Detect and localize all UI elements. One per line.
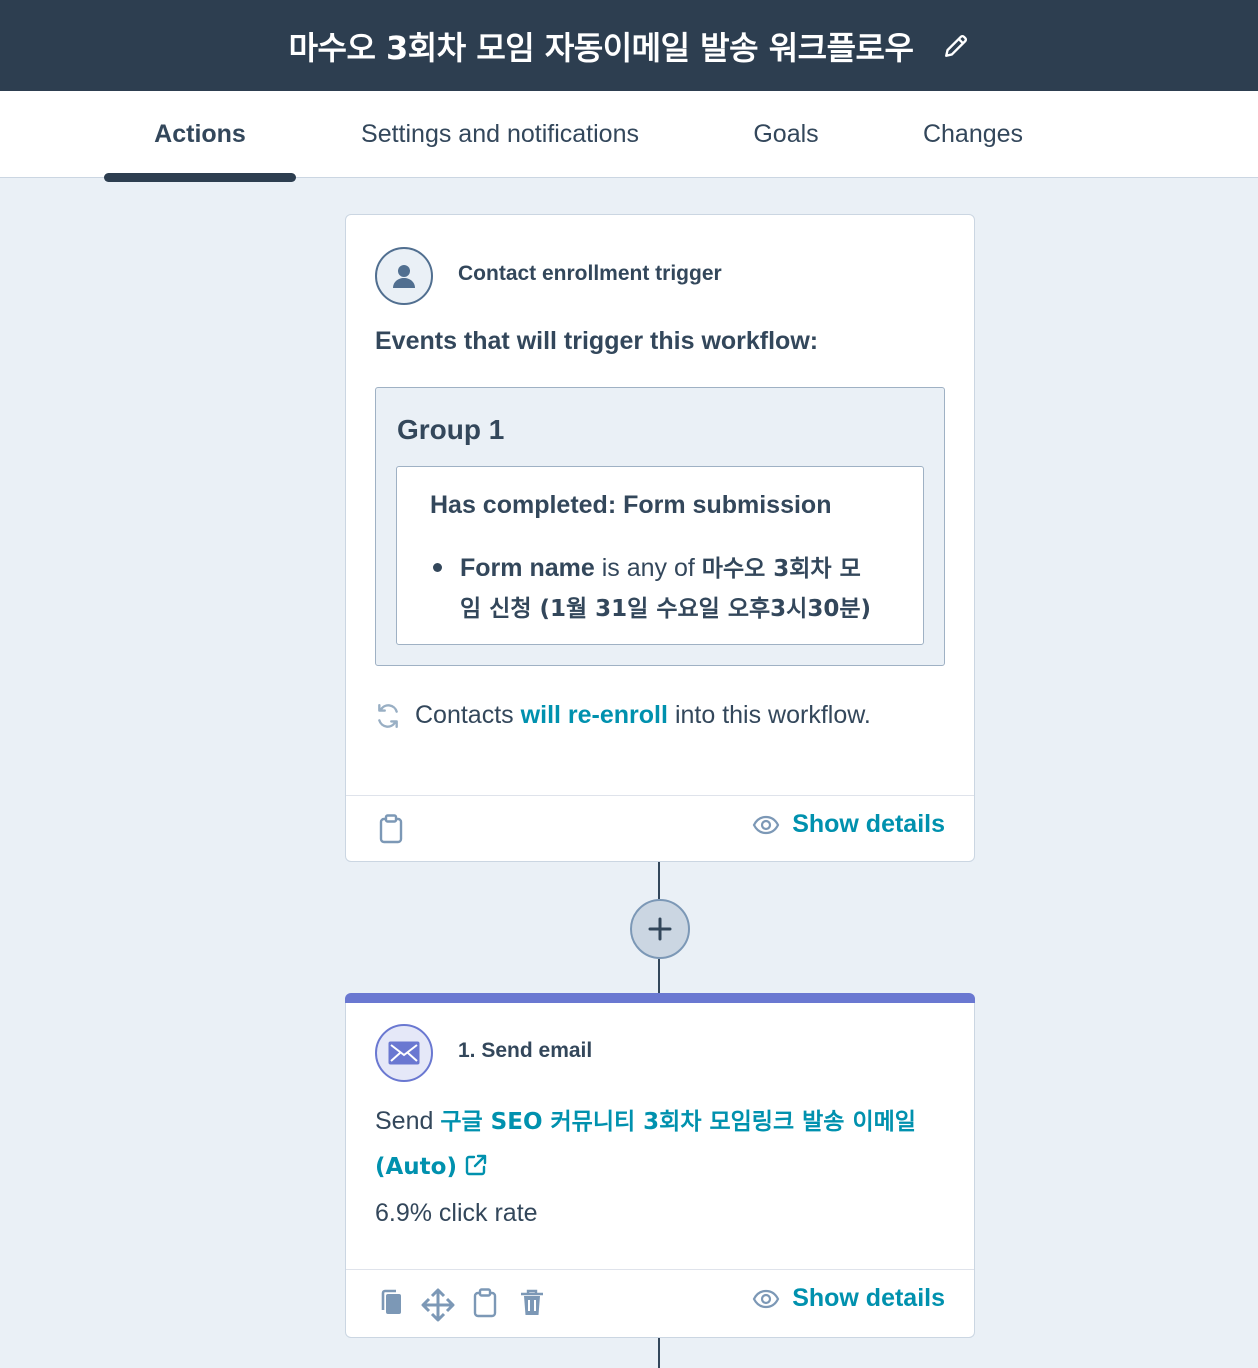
pencil-icon[interactable] <box>943 33 969 59</box>
filter-value-line1: 마수오 3회차 모 <box>701 556 861 582</box>
enrollment-trigger-card[interactable]: Contact enrollment trigger Events that w… <box>345 214 975 862</box>
tab-actions[interactable]: Actions <box>104 91 296 178</box>
connector-line-top <box>658 862 660 899</box>
reenroll-prefix: Contacts <box>415 701 514 729</box>
filter-property: Form name <box>460 554 595 582</box>
add-action-button[interactable] <box>630 899 690 959</box>
events-heading: Events that will trigger this workflow: <box>375 327 819 355</box>
copy-icon[interactable] <box>379 1288 403 1321</box>
tab-goals[interactable]: Goals <box>730 91 842 178</box>
workflow-tabs: Actions Settings and notifications Goals… <box>0 91 1258 178</box>
bullet-dot <box>433 563 442 572</box>
envelope-icon <box>375 1024 433 1082</box>
action-accent-strip <box>345 993 975 1003</box>
eye-icon <box>752 1289 780 1308</box>
click-rate: 6.9% click rate <box>375 1199 538 1227</box>
connector-line-bottom <box>658 1338 660 1368</box>
trigger-show-details-button[interactable]: Show details <box>752 810 945 839</box>
action-card-footer: Show details <box>346 1269 974 1335</box>
email-name-link[interactable]: 구글 SEO 커뮤니티 3회차 모임링크 발송 이메일 (Auto) <box>375 1109 916 1180</box>
tab-settings-and-notifications[interactable]: Settings and notifications <box>330 91 670 178</box>
workflow-title[interactable]: 마수오 3회차 모임 자동이메일 발송 워크플로우 <box>289 23 914 69</box>
send-prefix: Send <box>375 1107 434 1135</box>
filter-condition: Form name is any of 마수오 3회차 모 임 신청 (1월 3… <box>460 549 900 629</box>
refresh-icon <box>375 703 401 729</box>
contact-avatar-icon <box>375 247 433 305</box>
send-email-description: Send 구글 SEO 커뮤니티 3회차 모임링크 발송 이메일 (Auto) <box>375 1099 945 1191</box>
workflow-header: 마수오 3회차 모임 자동이메일 발송 워크플로우 <box>0 0 1258 91</box>
filter-heading: Has completed: Form submission <box>430 491 832 519</box>
trigger-show-details-label: Show details <box>792 810 945 838</box>
trigger-group: Group 1 Has completed: Form submission F… <box>375 387 945 666</box>
action-show-details-button[interactable]: Show details <box>752 1284 945 1313</box>
reenroll-status: Contacts will re-enroll into this workfl… <box>375 701 871 730</box>
group-title: Group 1 <box>397 414 505 445</box>
action-show-details-label: Show details <box>792 1284 945 1312</box>
send-email-action-card[interactable]: 1. Send email Send 구글 SEO 커뮤니티 3회차 모임링크 … <box>345 993 975 1338</box>
reenroll-link[interactable]: will re-enroll <box>521 701 668 730</box>
trigger-card-label: Contact enrollment trigger <box>458 262 722 285</box>
eye-icon <box>752 815 780 834</box>
action-card-label: 1. Send email <box>458 1039 593 1062</box>
filter-value-line2: 임 신청 (1월 31일 수요일 오후3시30분) <box>460 596 872 622</box>
connector-line-middle <box>658 959 660 993</box>
reenroll-suffix: into this workflow. <box>674 701 871 729</box>
plus-icon <box>648 917 672 941</box>
move-icon[interactable] <box>421 1288 455 1327</box>
trigger-card-footer: Show details <box>346 795 974 861</box>
trash-icon[interactable] <box>520 1288 544 1323</box>
active-tab-indicator <box>104 173 296 182</box>
filter-operator: is any of <box>601 554 695 582</box>
external-link-icon[interactable] <box>464 1147 488 1191</box>
tab-changes[interactable]: Changes <box>900 91 1046 178</box>
filter-box: Has completed: Form submission Form name… <box>396 466 924 645</box>
clipboard-icon[interactable] <box>473 1288 497 1323</box>
clipboard-icon[interactable] <box>379 814 403 849</box>
